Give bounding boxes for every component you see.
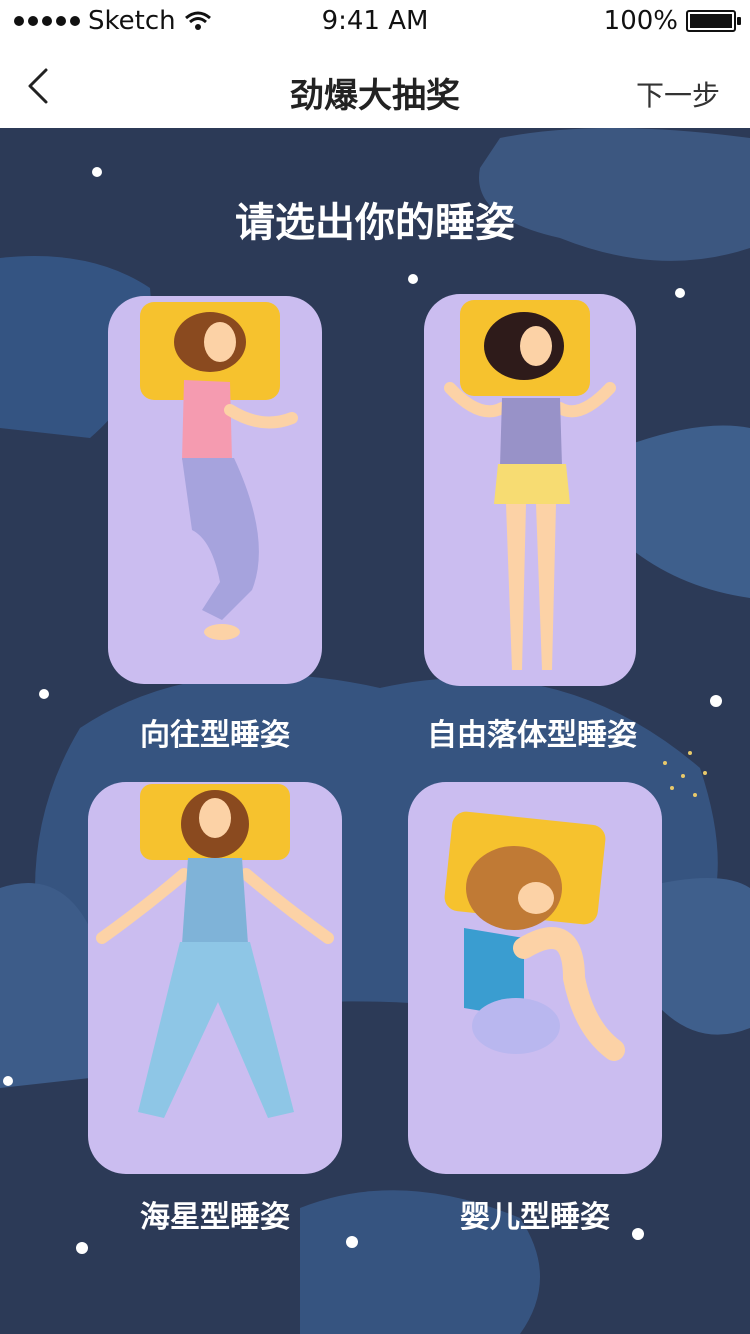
shirt-shape <box>182 380 232 460</box>
face-shape <box>520 326 552 366</box>
status-right: 100% <box>603 6 741 36</box>
shorts-shape <box>472 998 560 1054</box>
battery-icon <box>686 10 741 32</box>
pose-label-yearner: 向往型睡姿 <box>140 718 290 753</box>
pose-label-freefall: 自由落体型睡姿 <box>427 718 637 753</box>
section-heading: 请选出你的睡姿 <box>235 200 515 246</box>
status-bar: Sketch 9:41 AM 100% <box>0 0 750 44</box>
shirt-shape <box>182 858 248 944</box>
shorts-shape <box>494 464 570 504</box>
pose-card-yearner[interactable] <box>102 290 328 690</box>
shirt-shape <box>500 398 562 466</box>
face-shape <box>204 322 236 362</box>
next-button[interactable]: 下一步 <box>636 74 720 114</box>
face-shape <box>199 798 231 838</box>
pose-card-starfish[interactable] <box>84 778 346 1178</box>
pose-card-fetal[interactable] <box>404 778 666 1178</box>
nav-bar: 劲爆大抽奖 下一步 <box>0 44 750 129</box>
pose-label-fetal: 婴儿型睡姿 <box>460 1200 610 1235</box>
foot-shape <box>204 624 240 640</box>
face-shape <box>518 882 554 914</box>
sleep-pose-background: 请选出你的睡姿 向往型睡姿 自由落体型睡姿 海星型睡姿 婴儿型睡姿 <box>0 128 750 1334</box>
pose-card-freefall[interactable] <box>420 290 640 690</box>
pose-label-starfish: 海星型睡姿 <box>140 1200 290 1235</box>
battery-percent: 100% <box>603 6 678 36</box>
